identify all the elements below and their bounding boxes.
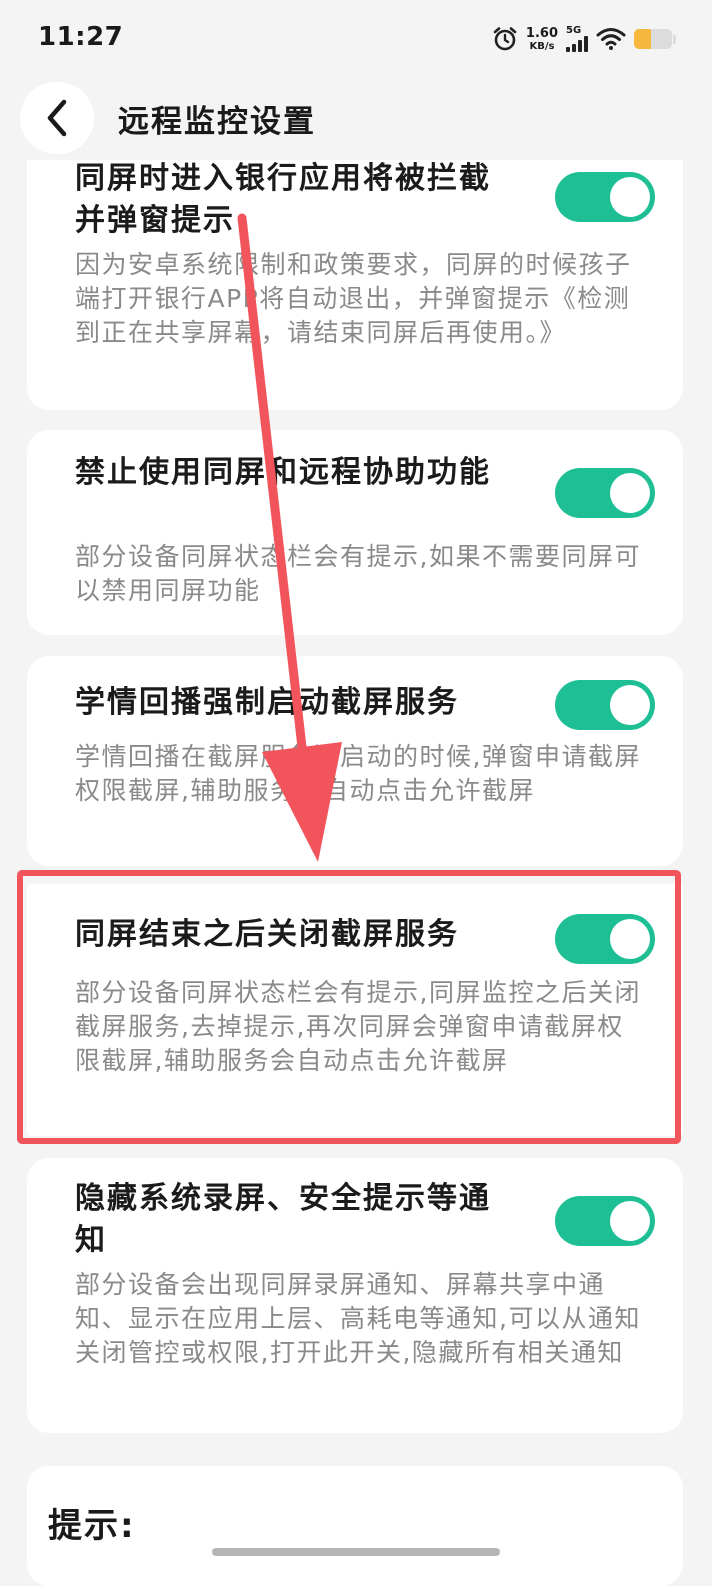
force-screenshot-service-toggle[interactable] [555,680,655,730]
network-type-label: 5G [566,25,582,36]
wifi-icon [596,28,626,50]
network-speed-unit: KB/s [529,40,555,52]
setting-title: 禁止使用同屏和远程协助功能 [75,455,491,490]
setting-card-force-screenshot-service: 学情回播强制启动截屏服务 学情回播在截屏服务没启动的时候,弹窗申请截屏权限截屏,… [27,656,683,866]
alarm-clock-icon [493,27,517,51]
disable-screen-share-toggle[interactable] [555,468,655,518]
home-indicator[interactable] [212,1548,500,1556]
network-speed: 1.60 KB/s [526,27,558,52]
setting-card-hide-system-notifications: 隐藏系统录屏、安全提示等通知 部分设备会出现同屏录屏通知、屏幕共享中通知、显示在… [27,1158,683,1433]
annotation-highlight-box [17,870,681,1144]
page-title: 远程监控设置 [118,104,316,140]
back-button[interactable] [20,82,94,154]
battery-icon [634,29,672,49]
cellular-signal: 5G [566,26,588,52]
setting-title: 隐藏系统录屏、安全提示等通知 [75,1181,491,1258]
setting-description: 部分设备会出现同屏录屏通知、屏幕共享中通知、显示在应用上层、高耗电等通知,可以从… [75,1270,641,1367]
status-icons: 1.60 KB/s 5G [492,22,676,56]
setting-title: 学情回播强制启动截屏服务 [75,685,459,720]
tips-title: 提示: [48,1506,136,1546]
setting-description: 因为安卓系统限制和政策要求，同屏的时候孩子端打开银行APP将自动退出，并弹窗提示… [75,250,632,347]
setting-card-bank-app-block: 同屏时进入银行应用将被拦截并弹窗提示 因为安卓系统限制和政策要求，同屏的时候孩子… [27,160,683,410]
signal-bars-icon [566,36,588,52]
setting-description: 学情回播在截屏服务没启动的时候,弹窗申请截屏权限截屏,辅助服务会自动点击允许截屏 [75,742,641,805]
setting-description: 部分设备同屏状态栏会有提示,如果不需要同屏可以禁用同屏功能 [75,542,641,605]
network-speed-value: 1.60 [525,25,558,41]
setting-card-disable-screen-share: 禁止使用同屏和远程协助功能 部分设备同屏状态栏会有提示,如果不需要同屏可以禁用同… [27,430,683,635]
status-time: 11:27 [38,22,124,52]
setting-title: 同屏时进入银行应用将被拦截并弹窗提示 [75,161,491,238]
status-bar: 11:27 1.60 KB/s 5G [0,0,712,80]
chevron-left-icon [47,99,67,137]
bank-app-block-toggle[interactable] [555,172,655,222]
hide-system-notifications-toggle[interactable] [555,1196,655,1246]
